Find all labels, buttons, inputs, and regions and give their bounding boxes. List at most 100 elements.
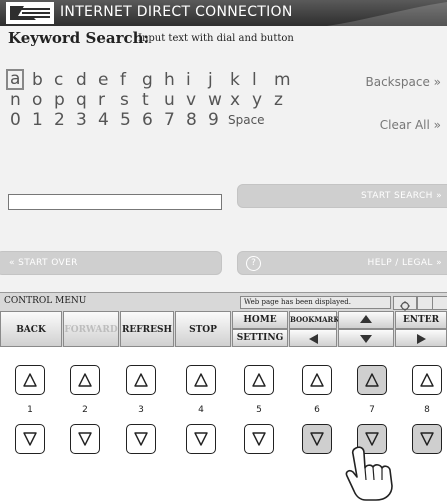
start-search-label: Start Search »	[360, 191, 442, 201]
triangle-up-icon	[78, 373, 92, 387]
char-key-f[interactable]: f	[120, 70, 126, 90]
hw-up-button-6[interactable]	[302, 365, 332, 395]
enter-button[interactable]: ENTER	[395, 311, 447, 329]
setting-button[interactable]: SETTING	[232, 329, 288, 347]
page-title: INTERNET DIRECT CONNECTION	[60, 4, 293, 20]
keyword-input[interactable]	[8, 194, 222, 210]
refresh-button[interactable]: REFRESH	[120, 311, 174, 347]
char-key-p[interactable]: p	[54, 90, 65, 110]
triangle-down-icon	[252, 432, 266, 446]
triangle-down-icon	[134, 432, 148, 446]
hw-down-button-3[interactable]	[126, 424, 156, 454]
triangle-down-icon	[194, 432, 208, 446]
char-key-u[interactable]: u	[164, 90, 175, 110]
char-key-1[interactable]: 1	[32, 110, 43, 130]
char-key-o[interactable]: o	[32, 90, 42, 110]
control-menu-bar: CONTROL MENU Web page has been displayed…	[0, 292, 447, 347]
back-button[interactable]: BACK	[0, 311, 62, 347]
hw-up-button-5[interactable]	[244, 365, 274, 395]
char-key-x[interactable]: x	[230, 90, 240, 110]
hw-down-button-4[interactable]	[186, 424, 216, 454]
char-key-8[interactable]: 8	[186, 110, 197, 130]
char-key-0[interactable]: 0	[10, 110, 21, 130]
down-arrow-button[interactable]	[338, 329, 394, 347]
hw-down-button-6[interactable]	[302, 424, 332, 454]
char-key-w[interactable]: w	[208, 90, 222, 110]
help-legal-button[interactable]: ? Help / Legal »	[237, 251, 447, 275]
hw-button-number: 2	[82, 405, 88, 415]
char-key-j[interactable]: j	[208, 70, 213, 90]
triangle-up-icon	[194, 373, 208, 387]
bookmark-label: BOOKMARK	[290, 315, 340, 324]
status-indicator-2	[432, 296, 447, 310]
hw-button-number: 5	[256, 405, 262, 415]
char-key-l[interactable]: l	[252, 70, 257, 90]
pointing-hand-icon	[345, 446, 393, 501]
backspace-button[interactable]: Backspace »	[366, 75, 442, 89]
char-key-c[interactable]: c	[54, 70, 63, 90]
bookmark-button[interactable]: BOOKMARK	[289, 311, 340, 329]
hw-up-button-7[interactable]	[357, 365, 387, 395]
char-key-7[interactable]: 7	[164, 110, 175, 130]
down-arrow-icon	[360, 335, 372, 343]
char-key-i[interactable]: i	[186, 70, 191, 90]
hw-button-number: 8	[424, 405, 430, 415]
char-key-e[interactable]: e	[98, 70, 108, 90]
char-key-6[interactable]: 6	[142, 110, 153, 130]
home-button[interactable]: HOME	[232, 311, 288, 329]
hw-down-button-8[interactable]	[412, 424, 442, 454]
triangle-up-icon	[365, 373, 379, 387]
help-icon: ?	[246, 256, 261, 271]
up-arrow-button[interactable]	[338, 311, 394, 329]
hw-down-button-1[interactable]	[15, 424, 45, 454]
hw-up-button-3[interactable]	[126, 365, 156, 395]
char-key-n[interactable]: n	[10, 90, 21, 110]
char-key-4[interactable]: 4	[98, 110, 109, 130]
char-key-q[interactable]: q	[76, 90, 87, 110]
char-key-t[interactable]: t	[142, 90, 149, 110]
char-key-2[interactable]: 2	[54, 110, 65, 130]
char-key-y[interactable]: y	[252, 90, 262, 110]
forward-label: FORWARD	[64, 325, 118, 335]
hw-up-button-1[interactable]	[15, 365, 45, 395]
hw-up-button-8[interactable]	[412, 365, 442, 395]
char-key-v[interactable]: v	[186, 90, 196, 110]
triangle-up-icon	[23, 373, 37, 387]
triangle-up-icon	[420, 373, 434, 387]
start-over-label: « Start Over	[9, 258, 78, 268]
char-key-9[interactable]: 9	[208, 110, 219, 130]
char-key-3[interactable]: 3	[76, 110, 87, 130]
char-space[interactable]: Space	[228, 113, 265, 127]
triangle-down-icon	[365, 432, 379, 446]
forward-button[interactable]: FORWARD	[63, 311, 119, 347]
char-key-b[interactable]: b	[32, 70, 43, 90]
hw-down-button-2[interactable]	[70, 424, 100, 454]
start-search-button[interactable]: Start Search »	[237, 184, 447, 208]
stop-label: STOP	[189, 325, 217, 335]
char-key-d[interactable]: d	[76, 70, 87, 90]
char-key-z[interactable]: z	[274, 90, 283, 110]
status-message: Web page has been displayed.	[240, 296, 391, 309]
char-key-5[interactable]: 5	[120, 110, 131, 130]
hw-up-button-2[interactable]	[70, 365, 100, 395]
char-key-g[interactable]: g	[142, 70, 153, 90]
lcd-screen: INTERNET DIRECT CONNECTION Keyword Searc…	[0, 0, 447, 314]
title-bar: INTERNET DIRECT CONNECTION	[0, 0, 447, 26]
clear-all-button[interactable]: Clear All »	[380, 118, 441, 132]
left-arrow-button[interactable]	[289, 329, 337, 347]
help-legal-label: Help / Legal »	[367, 258, 442, 268]
hw-button-number: 7	[369, 405, 375, 415]
char-key-h[interactable]: h	[164, 70, 175, 90]
char-key-s[interactable]: s	[120, 90, 129, 110]
char-key-a[interactable]: a	[6, 69, 25, 90]
char-key-r[interactable]: r	[98, 90, 105, 110]
stop-button[interactable]: STOP	[175, 311, 231, 347]
hw-down-button-5[interactable]	[244, 424, 274, 454]
char-key-k[interactable]: k	[230, 70, 240, 90]
hw-button-number: 4	[198, 405, 204, 415]
up-arrow-icon	[360, 315, 372, 323]
start-over-button[interactable]: « Start Over	[0, 251, 222, 275]
char-key-m[interactable]: m	[274, 70, 291, 90]
hw-up-button-4[interactable]	[186, 365, 216, 395]
right-arrow-button[interactable]	[395, 329, 447, 347]
